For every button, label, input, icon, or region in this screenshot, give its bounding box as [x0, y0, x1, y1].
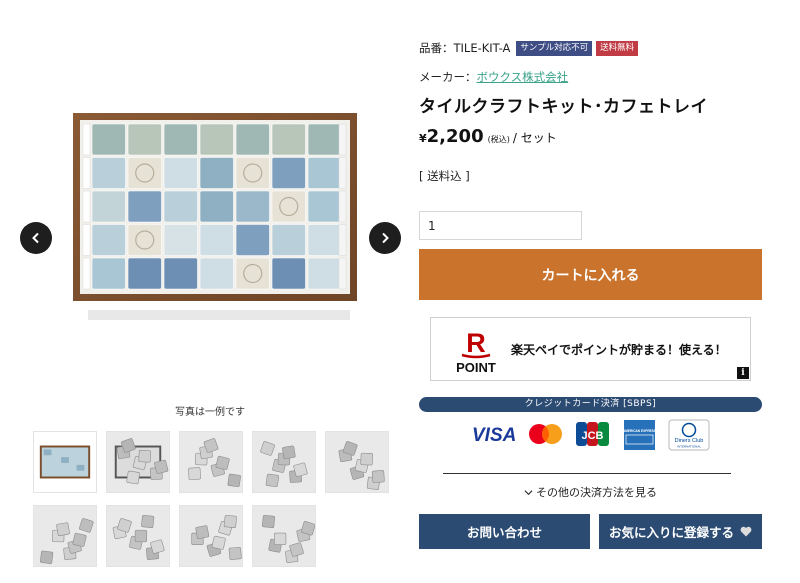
- next-image-button[interactable]: [369, 222, 401, 254]
- photo-caption: 写真は一例です: [175, 407, 245, 418]
- free-shipping-badge: 送料無料: [596, 40, 639, 56]
- diners-club-logo: Diners Club INTERNATIONAL: [668, 419, 710, 451]
- sku-row: 品番： TILE-KIT-A サンプル対応不可 送料無料: [419, 40, 639, 56]
- rakuten-pay-text: 楽天ペイでポイントが貯まる！使える！: [511, 343, 727, 357]
- thumbnail-6[interactable]: [33, 505, 97, 567]
- quantity-input[interactable]: [419, 211, 582, 240]
- svg-text:JCB: JCB: [581, 430, 603, 442]
- thumbnail-9[interactable]: [252, 505, 316, 567]
- maker-link[interactable]: ボウクス株式会社: [477, 70, 569, 84]
- mastercard-logo: [529, 424, 562, 444]
- main-product-image: [70, 110, 360, 325]
- shipping-note: [ 送料込 ]: [419, 169, 470, 183]
- rakuten-logo-letter: R: [466, 328, 486, 358]
- add-to-cart-button[interactable]: カートに入れる: [419, 249, 762, 300]
- sample-unavailable-badge: サンプル対応不可: [516, 40, 593, 56]
- visa-logo: VISA: [472, 425, 516, 446]
- credit-card-payment-label: クレジットカード決済 [SBPS]: [419, 397, 762, 412]
- chevron-down-icon: [524, 490, 533, 496]
- inquiry-label: お問い合わせ: [466, 525, 542, 540]
- sku-label: 品番：: [419, 41, 454, 55]
- divider: [443, 473, 731, 474]
- favorite-label: お気に入りに登録する: [608, 525, 734, 540]
- thumbnail-2[interactable]: [106, 431, 170, 493]
- jcb-logo: JCB: [576, 422, 609, 446]
- product-title: タイルクラフトキット･カフェトレイ: [419, 97, 708, 117]
- rakuten-pay-banner[interactable]: R POINT 楽天ペイでポイントが貯まる！使える！ i: [430, 317, 751, 381]
- sku-value: TILE-KIT-A: [453, 41, 511, 55]
- svg-text:INTERNATIONAL: INTERNATIONAL: [677, 445, 701, 449]
- chevron-right-icon: [382, 232, 389, 244]
- chevron-left-icon: [32, 232, 39, 244]
- price-tax-note: (税込): [487, 135, 510, 144]
- add-to-favorites-button[interactable]: お気に入りに登録する: [599, 514, 762, 549]
- thumbnail-7[interactable]: [106, 505, 170, 567]
- info-icon[interactable]: i: [737, 367, 749, 379]
- amex-logo: AMERICAN EXPRESS: [623, 420, 656, 450]
- thumbnail-3[interactable]: [179, 431, 243, 493]
- price-unit: / セット: [512, 131, 557, 145]
- maker-label: メーカー：: [419, 70, 477, 84]
- inquiry-button[interactable]: お問い合わせ: [419, 514, 590, 549]
- other-payment-methods-label: その他の決済方法を見る: [536, 486, 657, 499]
- thumbnail-8[interactable]: [179, 505, 243, 567]
- svg-text:VISA: VISA: [472, 425, 516, 446]
- other-payment-methods-link[interactable]: その他の決済方法を見る: [419, 484, 762, 500]
- maker-row: メーカー：ボウクス株式会社: [419, 69, 568, 85]
- heart-icon: [740, 526, 752, 537]
- thumbnail-4[interactable]: [252, 431, 316, 493]
- thumbnail-1[interactable]: [33, 431, 97, 493]
- previous-image-button[interactable]: [20, 222, 52, 254]
- price-currency: ¥: [419, 132, 427, 145]
- svg-text:AMERICAN EXPRESS: AMERICAN EXPRESS: [623, 429, 656, 433]
- card-brand-logos: VISA JCB AMERICAN EXPRESS Diners Club IN…: [472, 419, 710, 451]
- svg-text:Diners Club: Diners Club: [675, 438, 704, 444]
- thumbnail-5[interactable]: [325, 431, 389, 493]
- rakuten-logo-word: POINT: [456, 360, 496, 374]
- rakuten-point-logo: R POINT: [456, 328, 496, 374]
- price: ¥ 2,200 (税込) / セット: [419, 126, 557, 147]
- price-amount: 2,200: [426, 126, 484, 147]
